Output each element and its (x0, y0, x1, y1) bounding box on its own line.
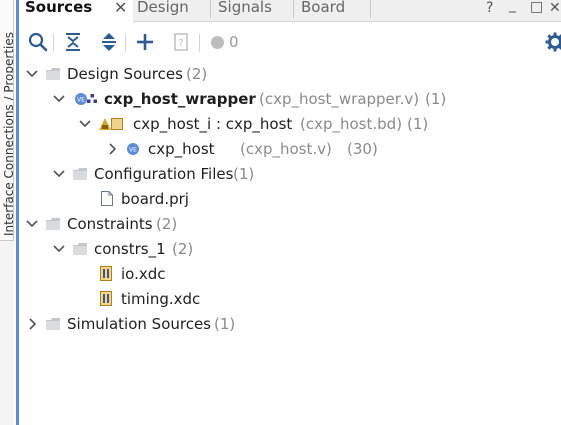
status-dot-icon (211, 36, 224, 49)
chevron-down-icon[interactable] (25, 63, 39, 85)
svg-text:?: ? (178, 38, 183, 49)
folder-icon (46, 318, 60, 330)
source-properties-icon[interactable]: ? (170, 31, 192, 53)
verilog-file-icon: VE (127, 143, 139, 155)
side-tab-label: Interface Connections / Properties (2, 31, 14, 236)
gear-icon[interactable] (544, 31, 561, 53)
sources-toolbar: ? 0 (19, 22, 561, 62)
tab-signals-label: Signals (218, 0, 272, 16)
tab-board-label: Board (301, 0, 346, 16)
tree-count: (2) (186, 65, 208, 83)
tree-file: (cxp_host_wrapper.v) (259, 90, 420, 108)
tree-label: cxp_host_wrapper (104, 90, 256, 108)
tree-count: (30) (347, 140, 378, 158)
svg-text:VE: VE (129, 147, 137, 154)
tab-design-label: Design (137, 0, 189, 16)
tab-sources-label: Sources (25, 0, 93, 16)
tab-bar: Sources ✕ Design Signals Board ? _ □ ✕ (19, 0, 561, 22)
folder-icon (73, 168, 87, 180)
chevron-right-icon[interactable] (25, 313, 39, 335)
tree-file: (cxp_host.v) (240, 140, 332, 158)
tree-label: Design Sources (67, 65, 183, 83)
folder-icon (46, 68, 60, 80)
folder-icon (73, 243, 87, 255)
toolbar-divider (53, 34, 54, 52)
tree-count: (1) (233, 165, 255, 183)
tree-count: (2) (156, 215, 178, 233)
toolbar-divider (125, 34, 126, 52)
help-icon[interactable]: ? (486, 0, 493, 16)
chevron-down-icon[interactable] (25, 213, 39, 235)
status-count: 0 (229, 33, 239, 51)
tab-divider (370, 0, 371, 18)
tree-label: constrs_1 (94, 240, 166, 258)
tree-file: (cxp_host.bd) (300, 115, 403, 133)
add-sources-icon[interactable] (134, 31, 156, 53)
tree-count: (1) (214, 315, 236, 333)
tab-divider (293, 0, 294, 18)
constraint-file-icon (100, 291, 112, 306)
tree-label: cxp_host_i : cxp_host (133, 115, 293, 133)
constraint-file-icon (100, 266, 112, 281)
side-tab-interface-connections[interactable]: Interface Connections / Properties (0, 0, 14, 241)
tree-label: io.xdc (121, 265, 166, 283)
tree-label: cxp_host (148, 140, 215, 158)
tree-count: (1) (407, 115, 429, 133)
svg-text:VE: VE (77, 97, 85, 104)
tab-board[interactable]: Board (301, 0, 371, 21)
chevron-down-icon[interactable] (52, 163, 66, 185)
top-module-icon (87, 94, 97, 103)
collapse-all-icon[interactable] (62, 31, 84, 53)
tree-label: timing.xdc (121, 290, 201, 308)
expand-all-icon[interactable] (98, 31, 120, 53)
tree-label: board.prj (121, 190, 189, 208)
tree-label: Configuration Files (94, 165, 234, 183)
minimize-icon[interactable]: _ (509, 0, 516, 13)
sources-panel: Sources ✕ Design Signals Board ? _ □ ✕ ?… (19, 0, 561, 425)
tree-label: Constraints (67, 215, 153, 233)
chevron-down-icon[interactable] (52, 238, 66, 260)
chevron-down-icon[interactable] (52, 88, 66, 110)
chevron-down-icon[interactable] (78, 113, 92, 135)
tab-design[interactable]: Design (137, 0, 211, 21)
maximize-icon[interactable]: □ (530, 0, 543, 15)
search-icon[interactable] (27, 31, 49, 53)
close-window-icon[interactable]: ✕ (549, 0, 561, 16)
tree-label: Simulation Sources (67, 315, 212, 333)
verilog-file-icon: VE (75, 93, 87, 105)
toolbar-divider (199, 34, 200, 52)
tab-sources[interactable]: Sources ✕ (19, 0, 133, 22)
block-icon (111, 118, 123, 130)
tree-count: (2) (172, 240, 194, 258)
tab-divider (210, 0, 211, 18)
tree-count: (1) (425, 90, 447, 108)
chevron-right-icon[interactable] (105, 138, 119, 160)
file-icon (101, 191, 113, 206)
block-design-icon (99, 118, 111, 130)
close-icon[interactable]: ✕ (114, 0, 127, 16)
tab-signals[interactable]: Signals (218, 0, 294, 21)
folder-icon (46, 218, 60, 230)
